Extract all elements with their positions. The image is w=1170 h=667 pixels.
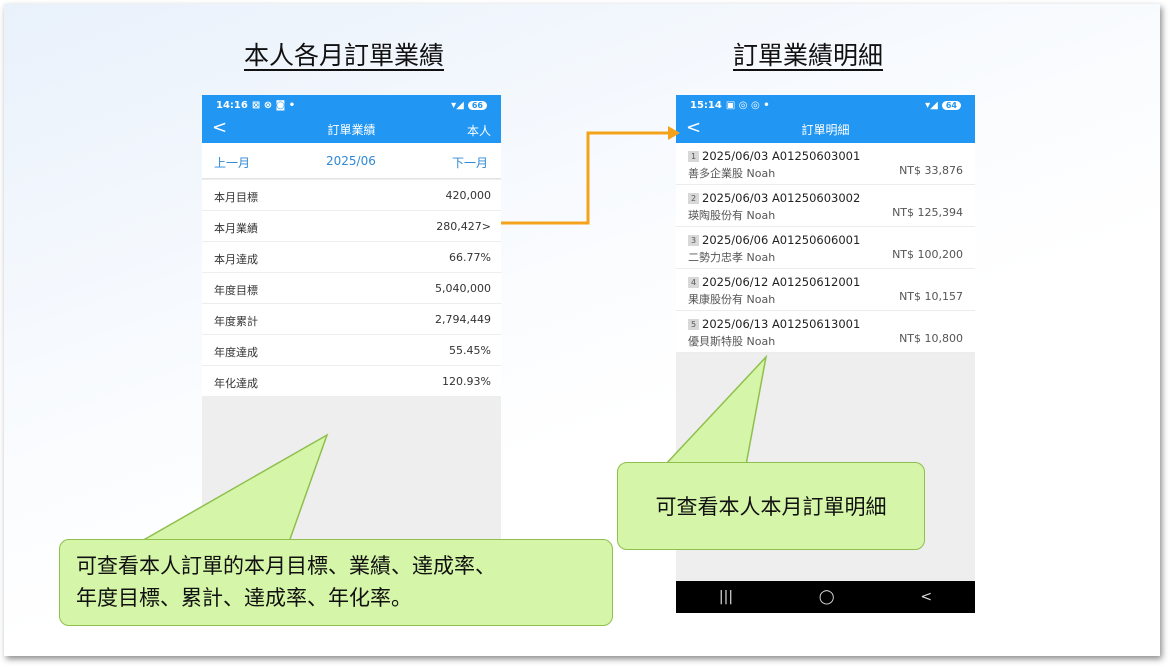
orange-connector-arrow	[501, 131, 668, 225]
left-callout: 可查看本人訂單的本月目標、業績、達成率、 年度目標、累計、達成率、年化率。	[59, 539, 613, 626]
left-callout-line-2: 年度目標、累計、達成率、年化率。	[76, 586, 412, 610]
left-callout-tail	[137, 433, 329, 543]
right-callout-text: 可查看本人本月訂單明細	[655, 495, 887, 519]
arrowhead-icon	[668, 126, 680, 140]
right-callout: 可查看本人本月訂單明細	[617, 462, 925, 550]
left-callout-line-1: 可查看本人訂單的本月目標、業績、達成率、	[76, 554, 496, 578]
right-callout-tail	[663, 354, 768, 466]
